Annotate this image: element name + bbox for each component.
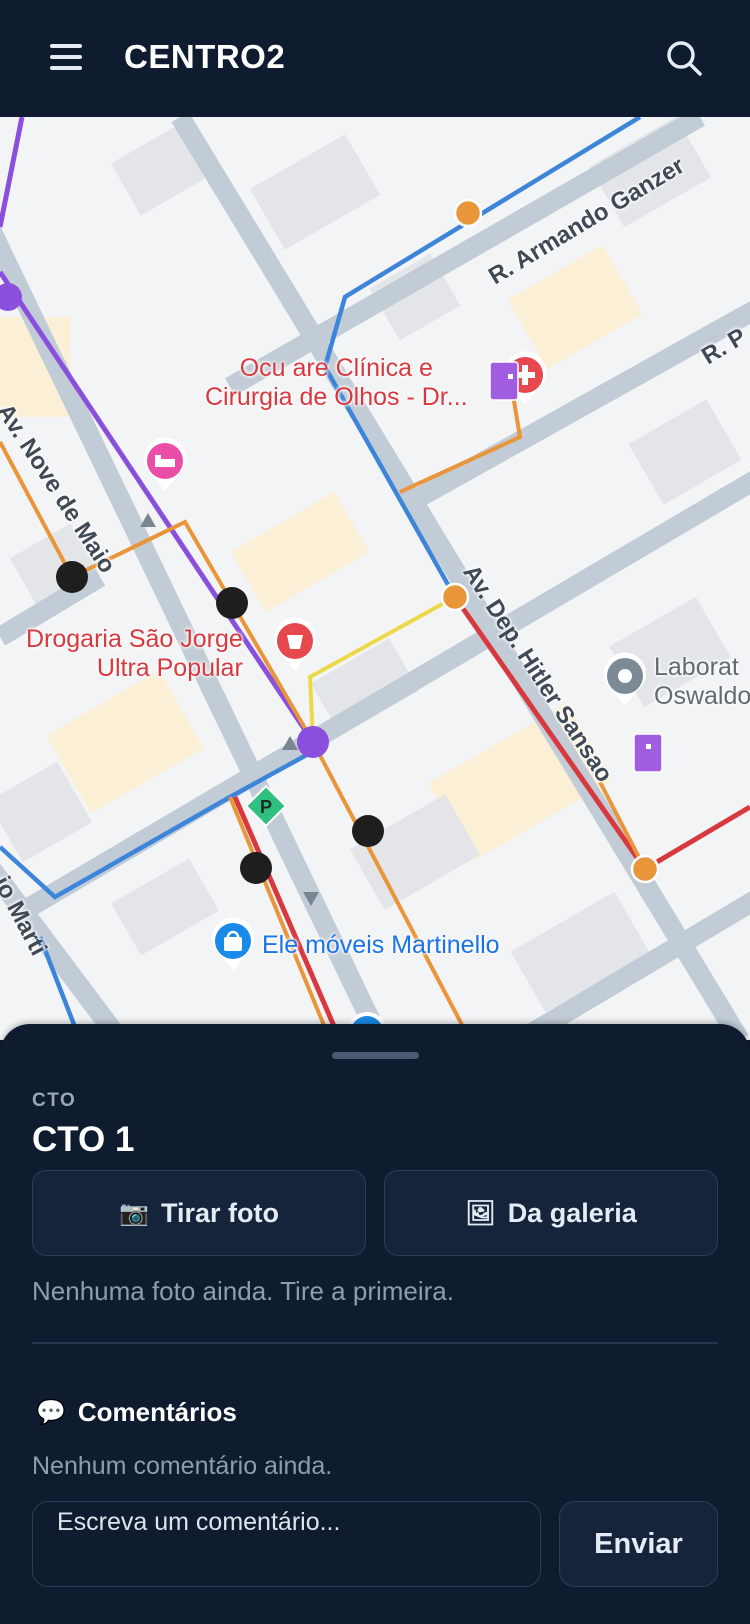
comments-heading: 💬 Comentários bbox=[36, 1397, 237, 1428]
sheet-title: CTO 1 bbox=[32, 1120, 135, 1159]
search-icon[interactable] bbox=[664, 38, 706, 80]
map-view[interactable]: R. Armando Ganzer R. P Av. Nove de Maio … bbox=[0, 117, 750, 1040]
sheet-kicker: CTO bbox=[32, 1090, 77, 1111]
drag-handle[interactable] bbox=[332, 1052, 419, 1059]
menu-icon[interactable] bbox=[46, 40, 86, 80]
no-comments-text: Nenhum comentário ainda. bbox=[32, 1452, 333, 1480]
cto-marker-icon[interactable] bbox=[633, 733, 663, 773]
purple-node[interactable] bbox=[297, 726, 329, 758]
gallery-icon: 🖼 bbox=[465, 1199, 496, 1227]
splitter-node[interactable] bbox=[440, 582, 470, 612]
gallery-button[interactable]: 🖼 Da galeria bbox=[384, 1170, 718, 1256]
splitter-node[interactable] bbox=[453, 198, 483, 228]
pole-node[interactable] bbox=[240, 852, 272, 884]
camera-icon: 📷 bbox=[119, 1199, 149, 1227]
take-photo-button[interactable]: 📷 Tirar foto bbox=[32, 1170, 366, 1256]
pole-node[interactable] bbox=[352, 815, 384, 847]
comment-input[interactable]: Escreva um comentário... bbox=[32, 1501, 541, 1587]
take-photo-label: Tirar foto bbox=[160, 1197, 279, 1228]
app-title: CENTRO2 bbox=[124, 38, 286, 75]
speech-bubble-icon: 💬 bbox=[36, 1399, 66, 1426]
purple-node[interactable] bbox=[0, 283, 22, 311]
splitter-node[interactable] bbox=[630, 854, 660, 884]
divider bbox=[32, 1342, 718, 1344]
cto-marker-icon[interactable] bbox=[489, 361, 519, 401]
top-app-bar: CENTRO2 bbox=[0, 0, 750, 117]
gallery-label: Da galeria bbox=[507, 1197, 637, 1228]
comments-title: Comentários bbox=[77, 1397, 237, 1427]
comment-placeholder: Escreva um comentário... bbox=[57, 1508, 341, 1536]
bottom-sheet: CTO CTO 1 📷 Tirar foto 🖼 Da galeria Nenh… bbox=[0, 1024, 750, 1624]
no-photos-text: Nenhuma foto ainda. Tire a primeira. bbox=[32, 1276, 454, 1306]
pole-node[interactable] bbox=[216, 587, 248, 619]
send-button[interactable]: Enviar bbox=[559, 1501, 718, 1587]
pole-node[interactable] bbox=[56, 561, 88, 593]
network-nodes bbox=[0, 198, 663, 884]
